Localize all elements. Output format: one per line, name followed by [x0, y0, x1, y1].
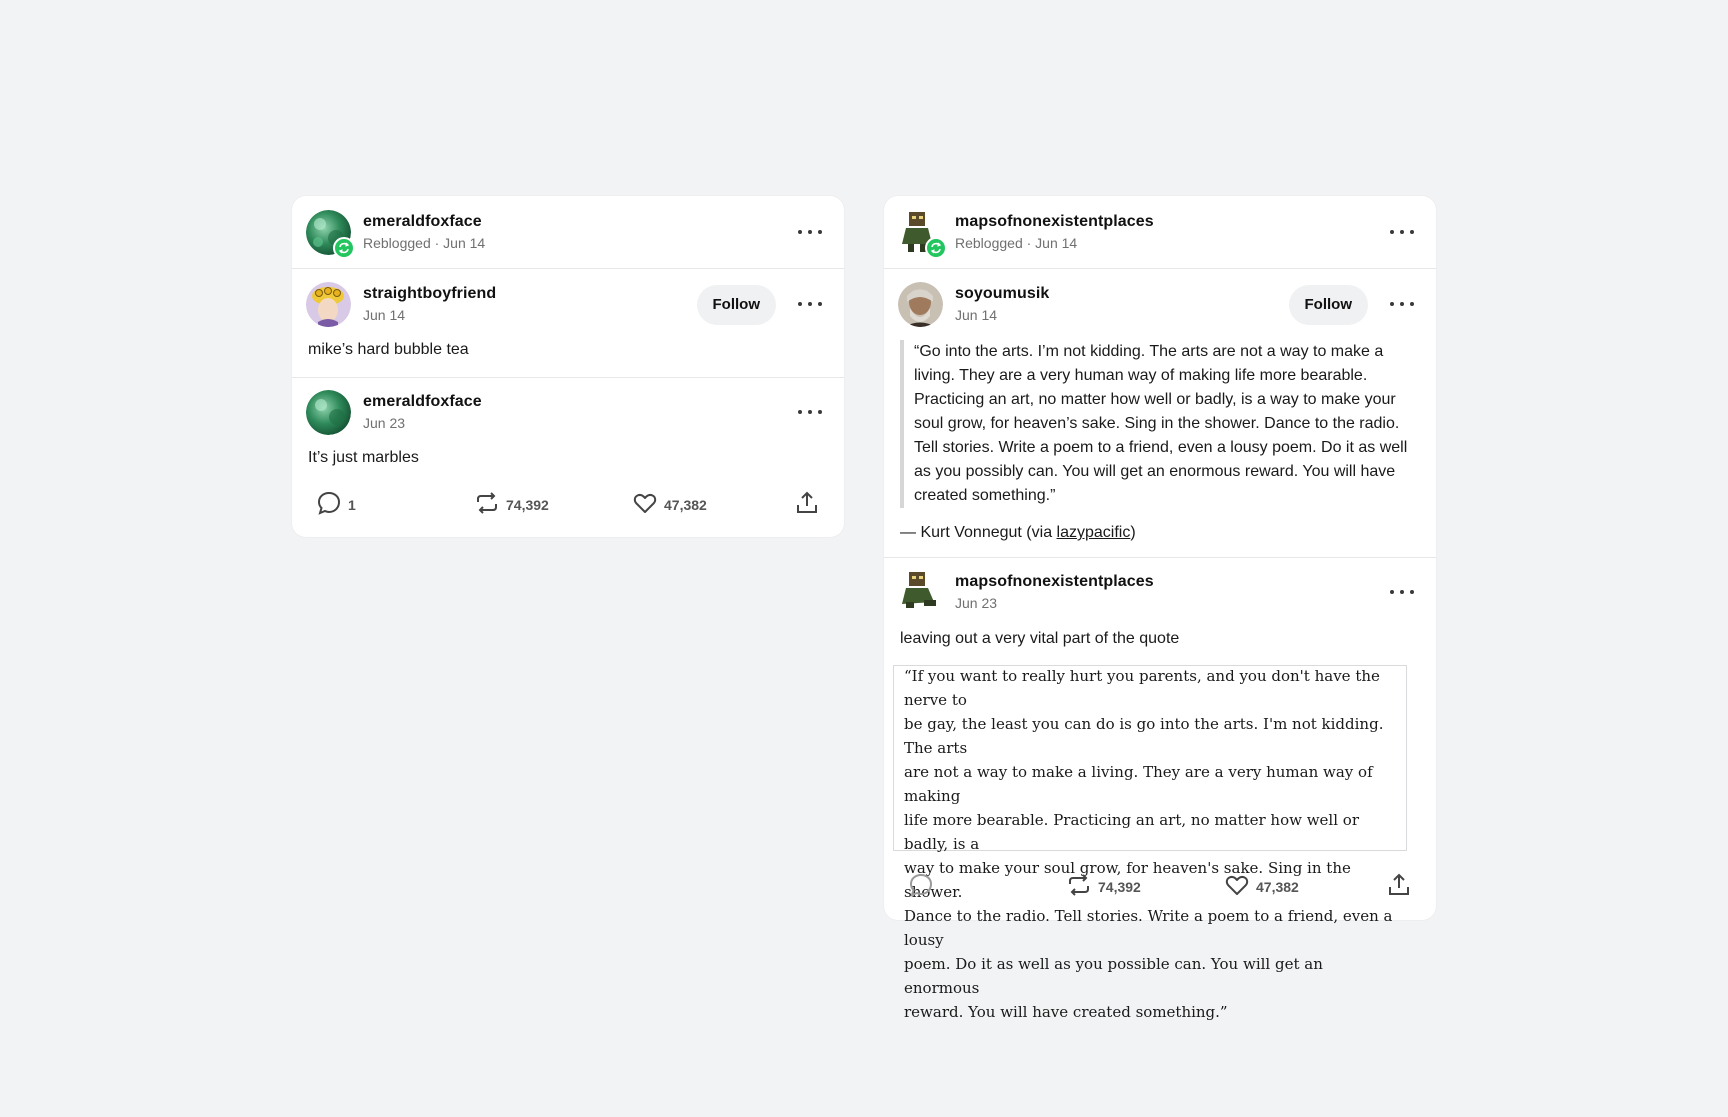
like-button[interactable]: 47,382	[632, 490, 707, 519]
quote-line: are not a way to make a living. They are…	[904, 763, 1373, 805]
post-card-left: emeraldfoxface Reblogged · Jun 14 straig…	[292, 196, 844, 537]
reblog-meta: Reblogged · Jun 14	[363, 235, 486, 251]
post-text: mike’s hard bubble tea	[308, 341, 469, 358]
post-text: leaving out a very vital part of the quo…	[900, 630, 1180, 647]
divider	[884, 268, 1436, 269]
comment-button[interactable]	[908, 872, 934, 901]
heart-icon	[632, 490, 658, 519]
more-options-icon[interactable]	[1390, 226, 1414, 238]
attribution-close: )	[1130, 524, 1136, 541]
heart-icon	[1224, 872, 1250, 901]
follow-button[interactable]: Follow	[1288, 285, 1368, 325]
reblog-header: mapsofnonexistentplaces Reblogged · Jun …	[898, 210, 1422, 259]
blockquote: “Go into the arts. I’m not kidding. The …	[900, 340, 1424, 508]
reblog-button[interactable]: 74,392	[1066, 872, 1141, 901]
quote-line: life more bearable. Practicing an art, n…	[904, 811, 1359, 853]
quote-line: poem. Do it as well as you possible can.…	[904, 955, 1323, 997]
reblog-header: emeraldfoxface Reblogged · Jun 14	[306, 210, 830, 259]
quote-line: created something.”	[914, 487, 1056, 504]
divider	[884, 557, 1436, 558]
post-date: Jun 23	[955, 595, 998, 611]
quote-line: Dance to the radio. Tell stories. Write …	[904, 907, 1393, 949]
post-date: Jun 14	[955, 307, 998, 323]
reblog-button[interactable]: 74,392	[474, 490, 549, 519]
username[interactable]: emeraldfoxface	[363, 393, 482, 411]
reblog-icon	[474, 490, 500, 519]
quote-line: as you possibly can. You will get an eno…	[914, 463, 1396, 480]
quote-line: living. They are a very human way of mak…	[914, 367, 1368, 384]
username[interactable]: mapsofnonexistentplaces	[955, 213, 1154, 231]
share-button[interactable]	[1386, 872, 1412, 901]
username[interactable]: soyoumusik	[955, 285, 1049, 303]
comment-count: 1	[348, 496, 356, 513]
reblog-icon	[1066, 872, 1092, 901]
via-link[interactable]: lazypacific	[1057, 524, 1131, 541]
reblog-count: 74,392	[1098, 878, 1141, 895]
avatar[interactable]	[898, 282, 943, 327]
more-options-icon[interactable]	[798, 406, 822, 418]
reblog-badge-icon	[925, 237, 947, 259]
more-options-icon[interactable]	[798, 226, 822, 238]
quote-line: Tell stories. Write a poem to a friend, …	[914, 439, 1408, 456]
like-count: 47,382	[664, 496, 707, 513]
quoted-text-box: “If you want to really hurt you parents,…	[893, 665, 1407, 1021]
avatar[interactable]	[306, 282, 351, 327]
share-icon	[794, 490, 820, 519]
username[interactable]: straightboyfriend	[363, 285, 496, 303]
reply-header: mapsofnonexistentplaces Jun 23	[898, 570, 1422, 616]
share-button[interactable]	[794, 490, 820, 519]
divider	[292, 377, 844, 378]
post-card-right: mapsofnonexistentplaces Reblogged · Jun …	[884, 196, 1436, 1021]
follow-button[interactable]: Follow	[696, 285, 776, 325]
post-date: Jun 23	[363, 415, 406, 431]
comment-icon	[908, 872, 934, 901]
quote-line: “Go into the arts. I’m not kidding. The …	[914, 343, 1384, 360]
comment-icon	[316, 490, 342, 519]
quote-line: “If you want to really hurt you parents,…	[904, 667, 1380, 709]
reply-header: emeraldfoxface Jun 23	[306, 390, 830, 436]
original-post-header: straightboyfriend Jun 14 Follow	[306, 282, 830, 328]
reblog-count: 74,392	[506, 496, 549, 513]
reblog-meta: Reblogged · Jun 14	[955, 235, 1078, 251]
username[interactable]: emeraldfoxface	[363, 213, 482, 231]
quote-line: be gay, the least you can do is go into …	[904, 715, 1384, 757]
more-options-icon[interactable]	[798, 298, 822, 310]
quote-line: Practicing an art, no matter how well or…	[914, 391, 1396, 408]
avatar[interactable]	[306, 390, 351, 435]
post-text: It’s just marbles	[308, 449, 419, 466]
comment-button[interactable]: 1	[316, 490, 356, 519]
share-icon	[1386, 872, 1412, 901]
post-actions: 1 74,392 47,382	[316, 490, 820, 518]
more-options-icon[interactable]	[1390, 298, 1414, 310]
reblog-badge-icon	[333, 237, 355, 259]
quote-line: reward. You will have created something.…	[904, 1003, 1228, 1021]
avatar[interactable]	[898, 570, 943, 615]
original-post-header: soyoumusik Jun 14 Follow	[898, 282, 1422, 328]
more-options-icon[interactable]	[1390, 586, 1414, 598]
like-button[interactable]: 47,382	[1224, 872, 1299, 901]
post-date: Jun 14	[363, 307, 406, 323]
attribution-text: — Kurt Vonnegut (via	[900, 524, 1057, 541]
quote-line: soul grow, for heaven’s sake. Sing in th…	[914, 415, 1400, 432]
divider	[292, 268, 844, 269]
post-actions: 74,392 47,382	[908, 872, 1412, 900]
quote-attribution: — Kurt Vonnegut (via lazypacific)	[900, 524, 1136, 542]
like-count: 47,382	[1256, 878, 1299, 895]
username[interactable]: mapsofnonexistentplaces	[955, 573, 1154, 591]
